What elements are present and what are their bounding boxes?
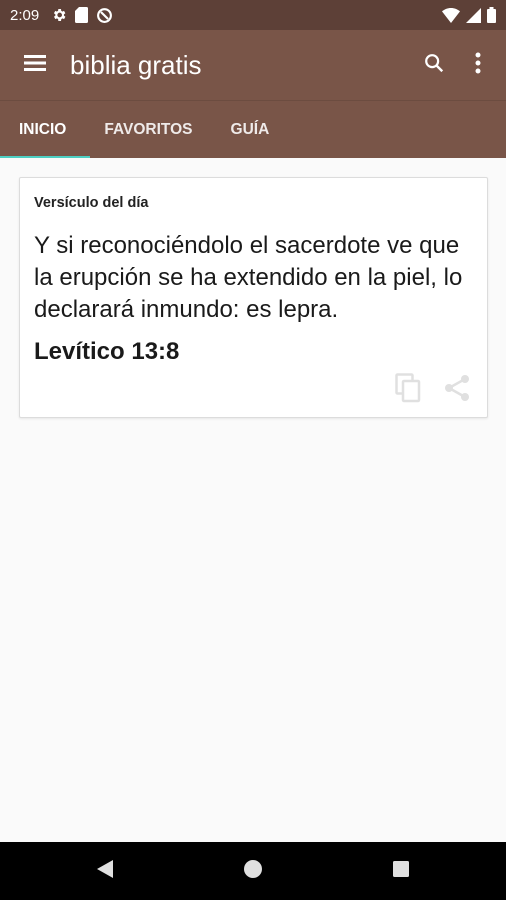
tab-favoritos[interactable]: FAVORITOS <box>85 101 211 159</box>
verse-card: Versículo del día Y si reconociéndolo el… <box>19 177 488 418</box>
home-icon <box>243 859 263 884</box>
verse-text: Y si reconociéndolo el sacerdote ve que … <box>34 232 463 323</box>
signal-icon <box>466 7 481 23</box>
status-icons-right <box>442 7 496 23</box>
tab-label: GUÍA <box>230 121 270 138</box>
more-options-button[interactable] <box>456 30 500 100</box>
more-vert-icon <box>475 52 481 79</box>
card-actions <box>395 373 471 408</box>
battery-icon <box>487 7 496 23</box>
tab-guia[interactable]: GUÍA <box>212 101 289 159</box>
menu-button[interactable] <box>0 30 70 100</box>
tab-label: INICIO <box>19 121 67 138</box>
tab-label: FAVORITOS <box>104 121 193 138</box>
main-content: Versículo del día Y si reconociéndolo el… <box>0 158 506 842</box>
tab-inicio[interactable]: INICIO <box>0 101 90 159</box>
gear-icon <box>51 7 67 23</box>
card-header: Versículo del día <box>34 195 149 211</box>
search-button[interactable] <box>412 30 456 100</box>
status-time: 2:09 <box>10 6 40 24</box>
app-bar: biblia gratis <box>0 30 506 100</box>
tab-bar: INICIO FAVORITOS GUÍA <box>0 100 506 159</box>
share-icon[interactable] <box>443 374 471 407</box>
back-button[interactable] <box>31 842 179 900</box>
verse-reference: Levítico 13:8 <box>34 338 180 365</box>
home-button[interactable] <box>179 842 327 900</box>
sd-card-icon <box>75 7 89 23</box>
app-title: biblia gratis <box>70 49 202 80</box>
menu-icon <box>24 54 46 77</box>
recents-button[interactable] <box>327 842 475 900</box>
back-icon <box>96 859 114 884</box>
recents-icon <box>392 860 410 883</box>
status-icons-left <box>51 7 113 24</box>
wifi-icon <box>442 7 460 23</box>
navigation-bar <box>0 842 506 900</box>
search-icon <box>423 52 445 79</box>
status-bar: 2:09 <box>0 0 506 30</box>
copy-icon[interactable] <box>395 373 421 408</box>
data-saver-icon <box>96 7 113 24</box>
